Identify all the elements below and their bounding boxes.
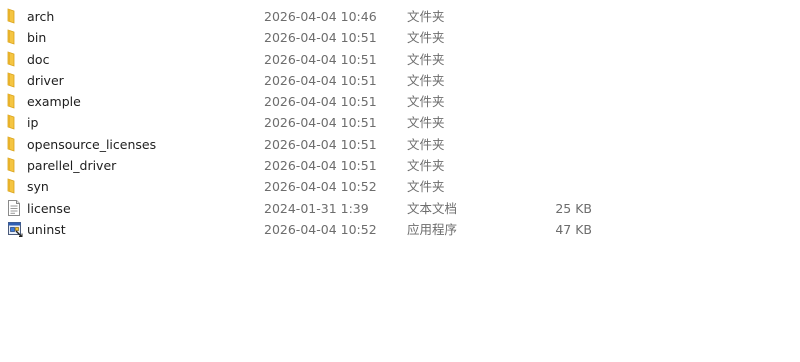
file-row-arch[interactable]: arch 2026-04-04 10:46 文件夹 [0, 6, 800, 27]
folder-icon [7, 134, 23, 155]
file-name[interactable]: bin [27, 27, 46, 48]
folder-icon [7, 91, 23, 112]
file-date: 2026-04-04 10:51 [264, 94, 377, 110]
file-row-opensource-licenses[interactable]: opensource_licenses 2026-04-04 10:51 文件夹 [0, 134, 800, 155]
file-name[interactable]: driver [27, 70, 64, 91]
file-date: 2026-04-04 10:51 [264, 136, 377, 152]
file-name[interactable]: arch [27, 6, 54, 27]
file-date: 2024-01-31 1:39 [264, 200, 369, 216]
text-document-icon [7, 198, 23, 219]
file-date: 2026-04-04 10:51 [264, 30, 377, 46]
folder-icon [7, 6, 23, 27]
file-name[interactable]: doc [27, 49, 49, 70]
file-row-driver[interactable]: driver 2026-04-04 10:51 文件夹 [0, 70, 800, 91]
file-type: 文件夹 [407, 51, 445, 67]
file-date: 2026-04-04 10:52 [264, 221, 377, 237]
file-name[interactable]: opensource_licenses [27, 134, 156, 155]
file-row-license[interactable]: license 2024-01-31 1:39 文本文档 25 KB [0, 198, 800, 219]
file-size: 25 KB [555, 200, 592, 216]
file-size: 47 KB [555, 221, 592, 237]
application-icon [7, 219, 23, 240]
file-name[interactable]: parellel_driver [27, 155, 116, 176]
folder-icon [7, 112, 23, 133]
file-date: 2026-04-04 10:51 [264, 158, 377, 174]
file-type: 文件夹 [407, 158, 445, 174]
file-type: 文件夹 [407, 115, 445, 131]
file-type: 文件夹 [407, 94, 445, 110]
file-type: 文件夹 [407, 30, 445, 46]
file-date: 2026-04-04 10:51 [264, 51, 377, 67]
folder-icon [7, 176, 23, 197]
file-type: 文件夹 [407, 72, 445, 88]
file-type: 文件夹 [407, 179, 445, 195]
file-row-example[interactable]: example 2026-04-04 10:51 文件夹 [0, 91, 800, 112]
file-date: 2026-04-04 10:46 [264, 9, 377, 24]
file-row-parellel-driver[interactable]: parellel_driver 2026-04-04 10:51 文件夹 [0, 155, 800, 176]
file-name[interactable]: license [27, 198, 71, 219]
file-list: arch 2026-04-04 10:46 文件夹 bin 2026-04-04… [0, 6, 800, 240]
file-name[interactable]: syn [27, 176, 49, 197]
file-row-bin[interactable]: bin 2026-04-04 10:51 文件夹 [0, 27, 800, 48]
file-type: 文件夹 [407, 136, 445, 152]
file-row-uninst[interactable]: uninst 2026-04-04 10:52 应用程序 47 KB [0, 219, 800, 240]
folder-icon [7, 27, 23, 48]
folder-icon [7, 70, 23, 91]
file-row-doc[interactable]: doc 2026-04-04 10:51 文件夹 [0, 49, 800, 70]
file-type: 文本文档 [407, 200, 458, 216]
folder-icon [7, 49, 23, 70]
file-date: 2026-04-04 10:52 [264, 179, 377, 195]
file-name[interactable]: ip [27, 112, 38, 133]
file-type: 应用程序 [407, 221, 458, 237]
file-type: 文件夹 [407, 9, 445, 24]
file-name[interactable]: example [27, 91, 81, 112]
file-row-syn[interactable]: syn 2026-04-04 10:52 文件夹 [0, 176, 800, 197]
file-row-ip[interactable]: ip 2026-04-04 10:51 文件夹 [0, 112, 800, 133]
file-date: 2026-04-04 10:51 [264, 115, 377, 131]
folder-icon [7, 155, 23, 176]
file-name[interactable]: uninst [27, 219, 66, 240]
file-date: 2026-04-04 10:51 [264, 72, 377, 88]
